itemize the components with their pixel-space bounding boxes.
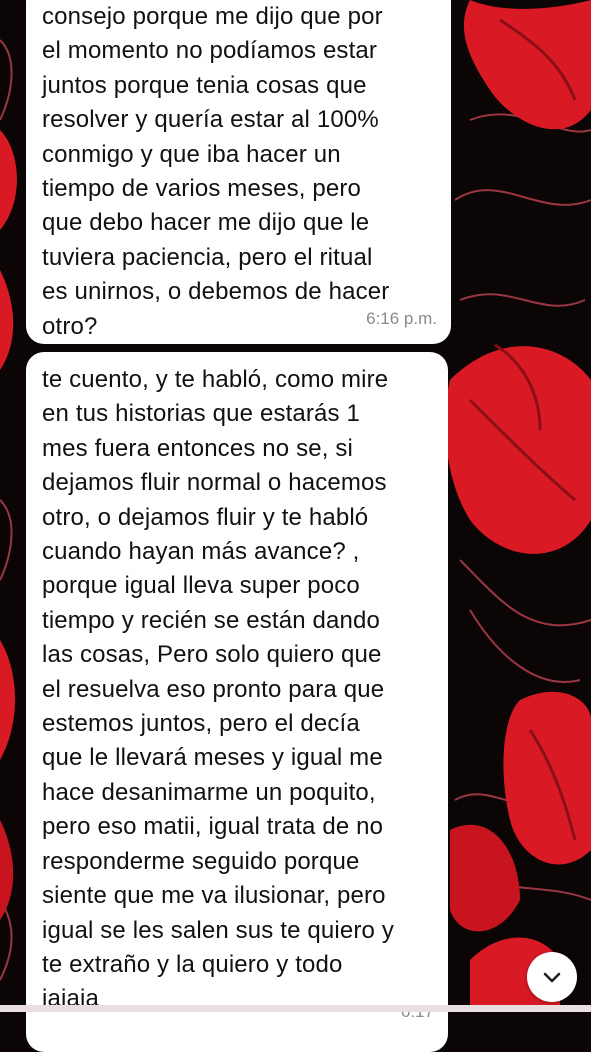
- composer-bar-edge: [0, 1005, 591, 1012]
- chevron-down-icon: [543, 972, 561, 983]
- message-timestamp: 6:16 p.m.: [366, 308, 437, 328]
- message-bubble-incoming[interactable]: te cuento, y te habló, como mire en tus …: [26, 352, 448, 1052]
- message-timestamp: 6:17: [401, 995, 434, 1029]
- scroll-to-bottom-button[interactable]: [527, 952, 577, 1002]
- message-bubble-incoming[interactable]: consejo porque me dijo que por el moment…: [26, 0, 451, 344]
- message-text: consejo porque me dijo que por el moment…: [42, 3, 390, 340]
- message-text: te cuento, y te habló, como mire en tus …: [42, 366, 394, 1013]
